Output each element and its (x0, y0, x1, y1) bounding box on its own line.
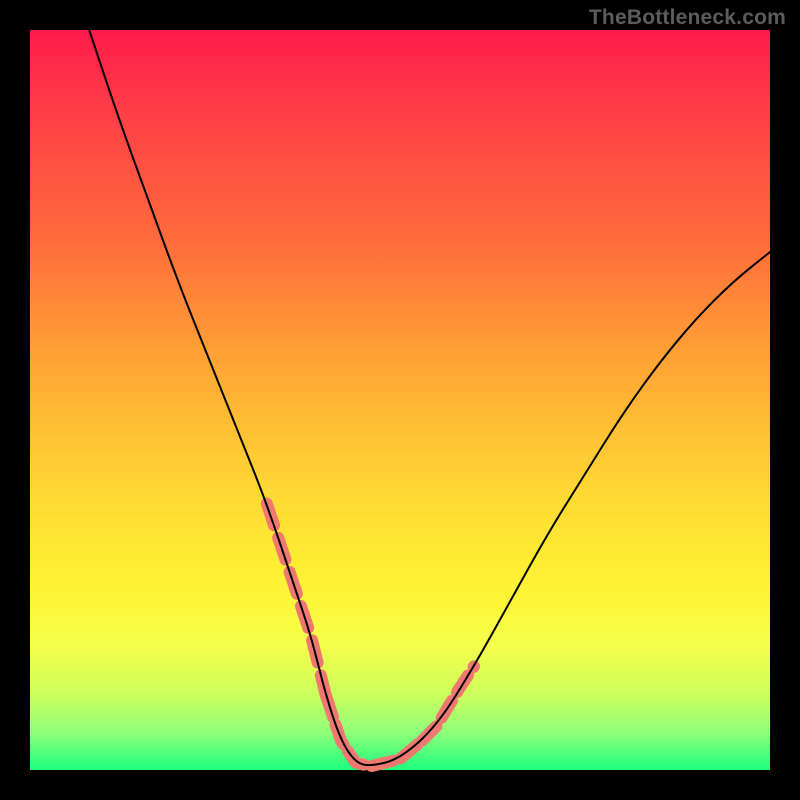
chart-frame: TheBottleneck.com (0, 0, 800, 800)
series-bottleneck-curve (89, 30, 770, 765)
attribution-text: TheBottleneck.com (589, 6, 786, 30)
highlight-layer (267, 504, 474, 767)
chart-plot-area (30, 30, 770, 770)
curve-layer (89, 30, 770, 765)
chart-svg (30, 30, 770, 770)
series-highlight-bottom (326, 696, 422, 766)
